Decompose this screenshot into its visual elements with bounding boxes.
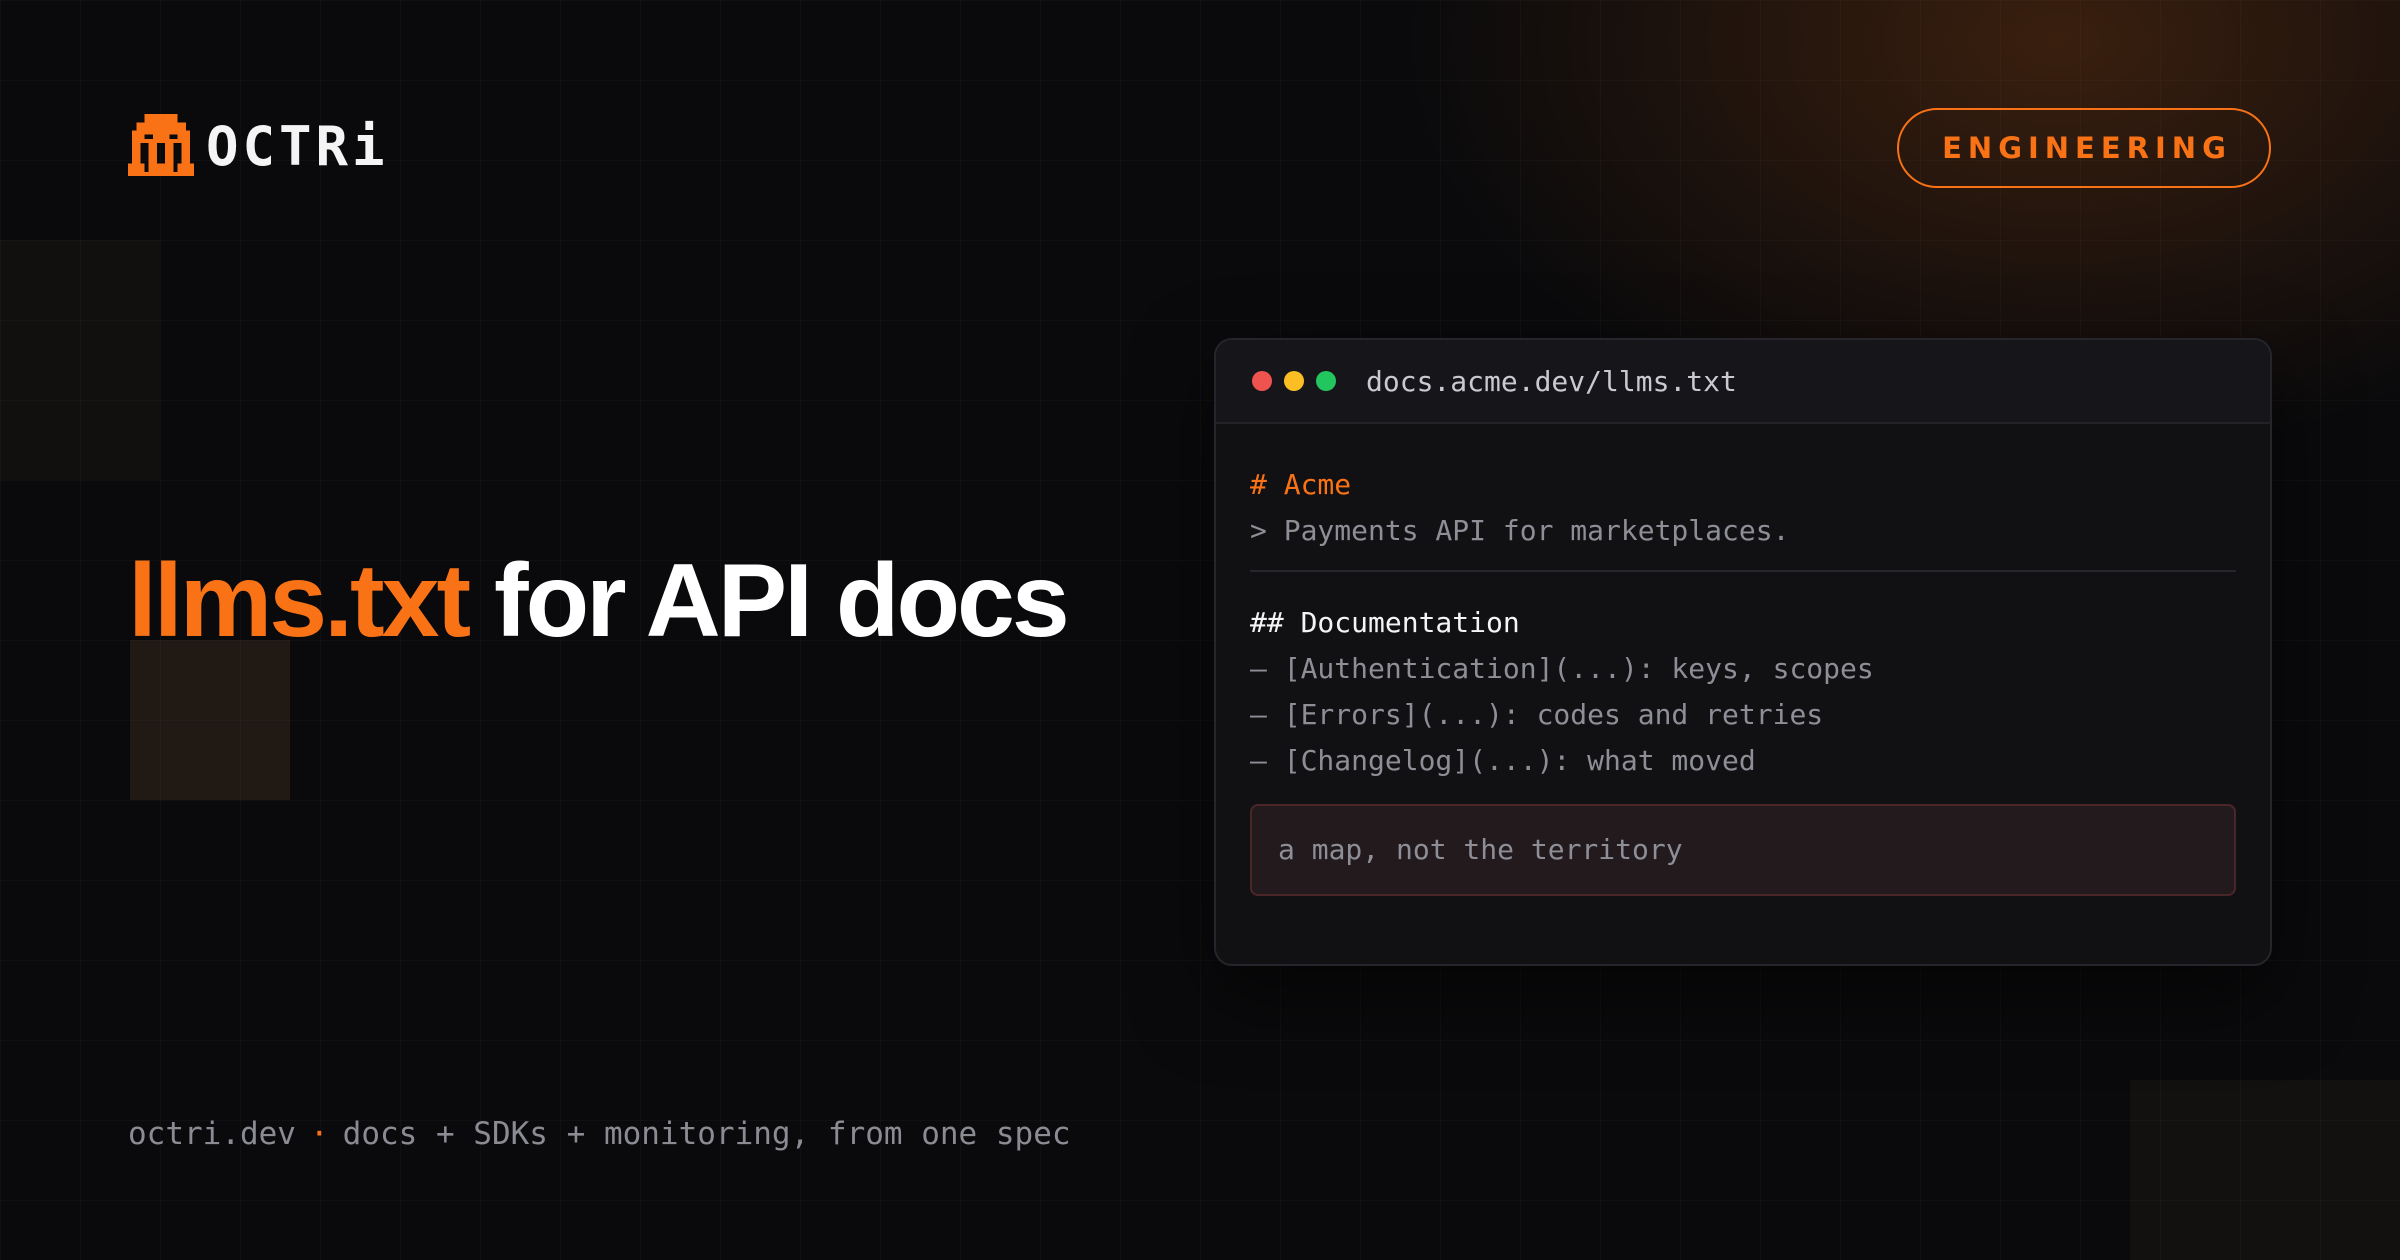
code-line-summary: > Payments API for marketplaces.: [1250, 514, 1790, 547]
brand-name: OCTRi: [206, 115, 389, 178]
code-line-title: # Acme: [1250, 468, 1352, 501]
footer-text: docs + SDKs + monitoring, from one spec: [342, 1116, 1071, 1152]
close-dot: [1252, 371, 1272, 391]
decorative-tile: [2130, 1080, 2400, 1260]
window-titlebar: docs.acme.dev/llms.txt: [1216, 340, 2270, 424]
title-rest: for API docs: [468, 543, 1070, 659]
code-note: a map, not the territory: [1250, 804, 2236, 896]
octopus-pixel-icon: [128, 114, 194, 176]
code-body: # Acme > Payments API for marketplaces. …: [1216, 424, 2270, 896]
social-card: OCTRi ENGINEERING llms.txt for API docs …: [0, 0, 2400, 1260]
page-title: llms.txt for API docs: [128, 548, 1128, 654]
footer-site: octri.dev: [128, 1116, 296, 1152]
code-window: docs.acme.dev/llms.txt # Acme > Payments…: [1214, 338, 2272, 966]
maximize-dot: [1316, 371, 1336, 391]
footer-tagline: octri.dev · docs + SDKs + monitoring, from…: [128, 1112, 1071, 1156]
brand-logo: OCTRi: [128, 114, 389, 180]
code-line-item: – [Authentication](...): keys, scopes: [1250, 652, 1874, 685]
footer-separator: ·: [309, 1116, 329, 1152]
window-url: docs.acme.dev/llms.txt: [1366, 364, 1737, 398]
title-accent: llms.txt: [128, 543, 471, 659]
code-line-section: ## Documentation: [1250, 606, 1520, 639]
decorative-tile: [0, 240, 160, 480]
decorative-tile: [130, 640, 290, 800]
code-divider: [1250, 570, 2236, 572]
code-line-item: – [Changelog](...): what moved: [1250, 744, 1756, 777]
category-badge: ENGINEERING: [1897, 108, 2271, 188]
code-line-item: – [Errors](...): codes and retries: [1250, 698, 1824, 731]
minimize-dot: [1284, 371, 1304, 391]
